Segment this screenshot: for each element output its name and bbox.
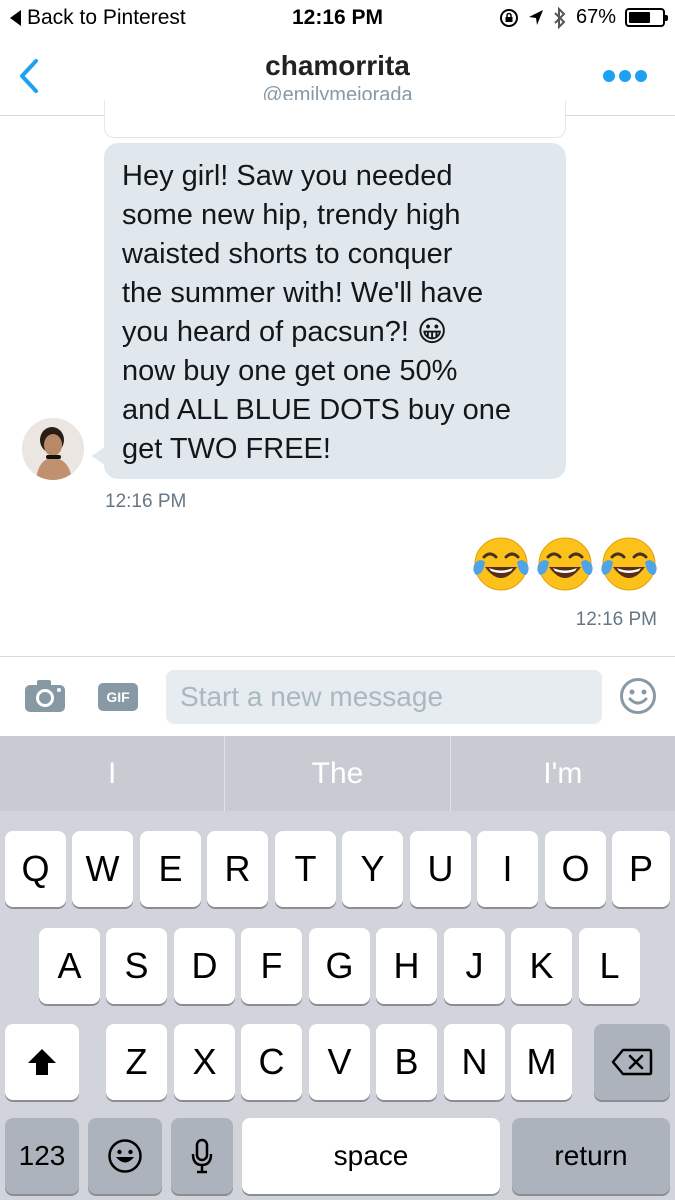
backspace-icon [611, 1048, 653, 1076]
emoji-key[interactable] [88, 1118, 162, 1194]
incoming-message-bubble[interactable]: Hey girl! Saw you needed some new hip, t… [104, 143, 566, 479]
tears-of-joy-emoji-icon [537, 537, 593, 591]
tears-of-joy-emoji-icon [473, 537, 529, 591]
return-key[interactable]: return [512, 1118, 670, 1194]
key-k[interactable]: K [511, 928, 572, 1004]
key-r[interactable]: R [207, 831, 268, 907]
key-g[interactable]: G [309, 928, 370, 1004]
battery-level [629, 12, 651, 23]
more-options-icon[interactable] [603, 70, 647, 82]
camera-icon[interactable] [24, 679, 66, 713]
key-a[interactable]: A [39, 928, 100, 1004]
key-x[interactable]: X [174, 1024, 235, 1100]
key-y[interactable]: Y [342, 831, 403, 907]
orientation-lock-icon [499, 8, 518, 27]
key-s[interactable]: S [106, 928, 167, 1004]
conversation-name[interactable]: chamorrita [0, 50, 675, 82]
previous-message-card [104, 100, 566, 138]
key-f[interactable]: F [241, 928, 302, 1004]
gif-button[interactable]: GIF [98, 683, 138, 711]
key-h[interactable]: H [376, 928, 437, 1004]
battery-icon [625, 8, 668, 27]
bluetooth-icon [554, 6, 566, 29]
key-w[interactable]: W [72, 831, 133, 907]
key-e[interactable]: E [140, 831, 201, 907]
dictation-key[interactable] [171, 1118, 233, 1194]
avatar-photo [22, 418, 84, 480]
key-l[interactable]: L [579, 928, 640, 1004]
key-q[interactable]: Q [5, 831, 66, 907]
key-o[interactable]: O [545, 831, 606, 907]
outgoing-message[interactable] [471, 535, 659, 595]
keyboard: I The I'm Q W E R T Y U I O P A S D F G … [0, 736, 675, 1200]
avatar[interactable] [22, 418, 84, 480]
shift-arrow-icon [28, 1049, 56, 1075]
delete-key[interactable] [594, 1024, 670, 1100]
key-n[interactable]: N [444, 1024, 505, 1100]
key-d[interactable]: D [174, 928, 235, 1004]
status-bar: Back to Pinterest 12:16 PM 67% [0, 0, 675, 38]
microphone-icon [191, 1138, 213, 1174]
key-c[interactable]: C [241, 1024, 302, 1100]
key-t[interactable]: T [275, 831, 336, 907]
emoji-keyboard-icon [108, 1139, 142, 1173]
key-z[interactable]: Z [106, 1024, 167, 1100]
message-input[interactable] [166, 670, 602, 724]
key-b[interactable]: B [376, 1024, 437, 1100]
key-i[interactable]: I [477, 831, 538, 907]
battery-percent: 67% [575, 6, 616, 28]
numbers-key[interactable]: 123 [5, 1118, 79, 1194]
status-icons: 67% [499, 6, 668, 29]
space-key[interactable]: space [242, 1118, 500, 1194]
key-v[interactable]: V [309, 1024, 370, 1100]
message-composer: GIF [0, 656, 675, 736]
location-arrow-icon [528, 9, 543, 25]
shift-key[interactable] [5, 1024, 79, 1100]
outgoing-timestamp: 12:16 PM [575, 609, 657, 630]
emoji-smiley-icon[interactable] [619, 677, 657, 715]
tears-of-joy-emoji-icon [601, 537, 657, 591]
key-p[interactable]: P [612, 831, 670, 907]
key-j[interactable]: J [444, 928, 505, 1004]
suggestion-item[interactable]: I'm [451, 736, 675, 811]
incoming-timestamp: 12:16 PM [105, 491, 187, 512]
key-m[interactable]: M [511, 1024, 572, 1100]
key-u[interactable]: U [410, 831, 471, 907]
predictive-bar: I The I'm [0, 736, 675, 811]
suggestion-item[interactable]: The [225, 736, 451, 811]
suggestion-item[interactable]: I [0, 736, 226, 811]
